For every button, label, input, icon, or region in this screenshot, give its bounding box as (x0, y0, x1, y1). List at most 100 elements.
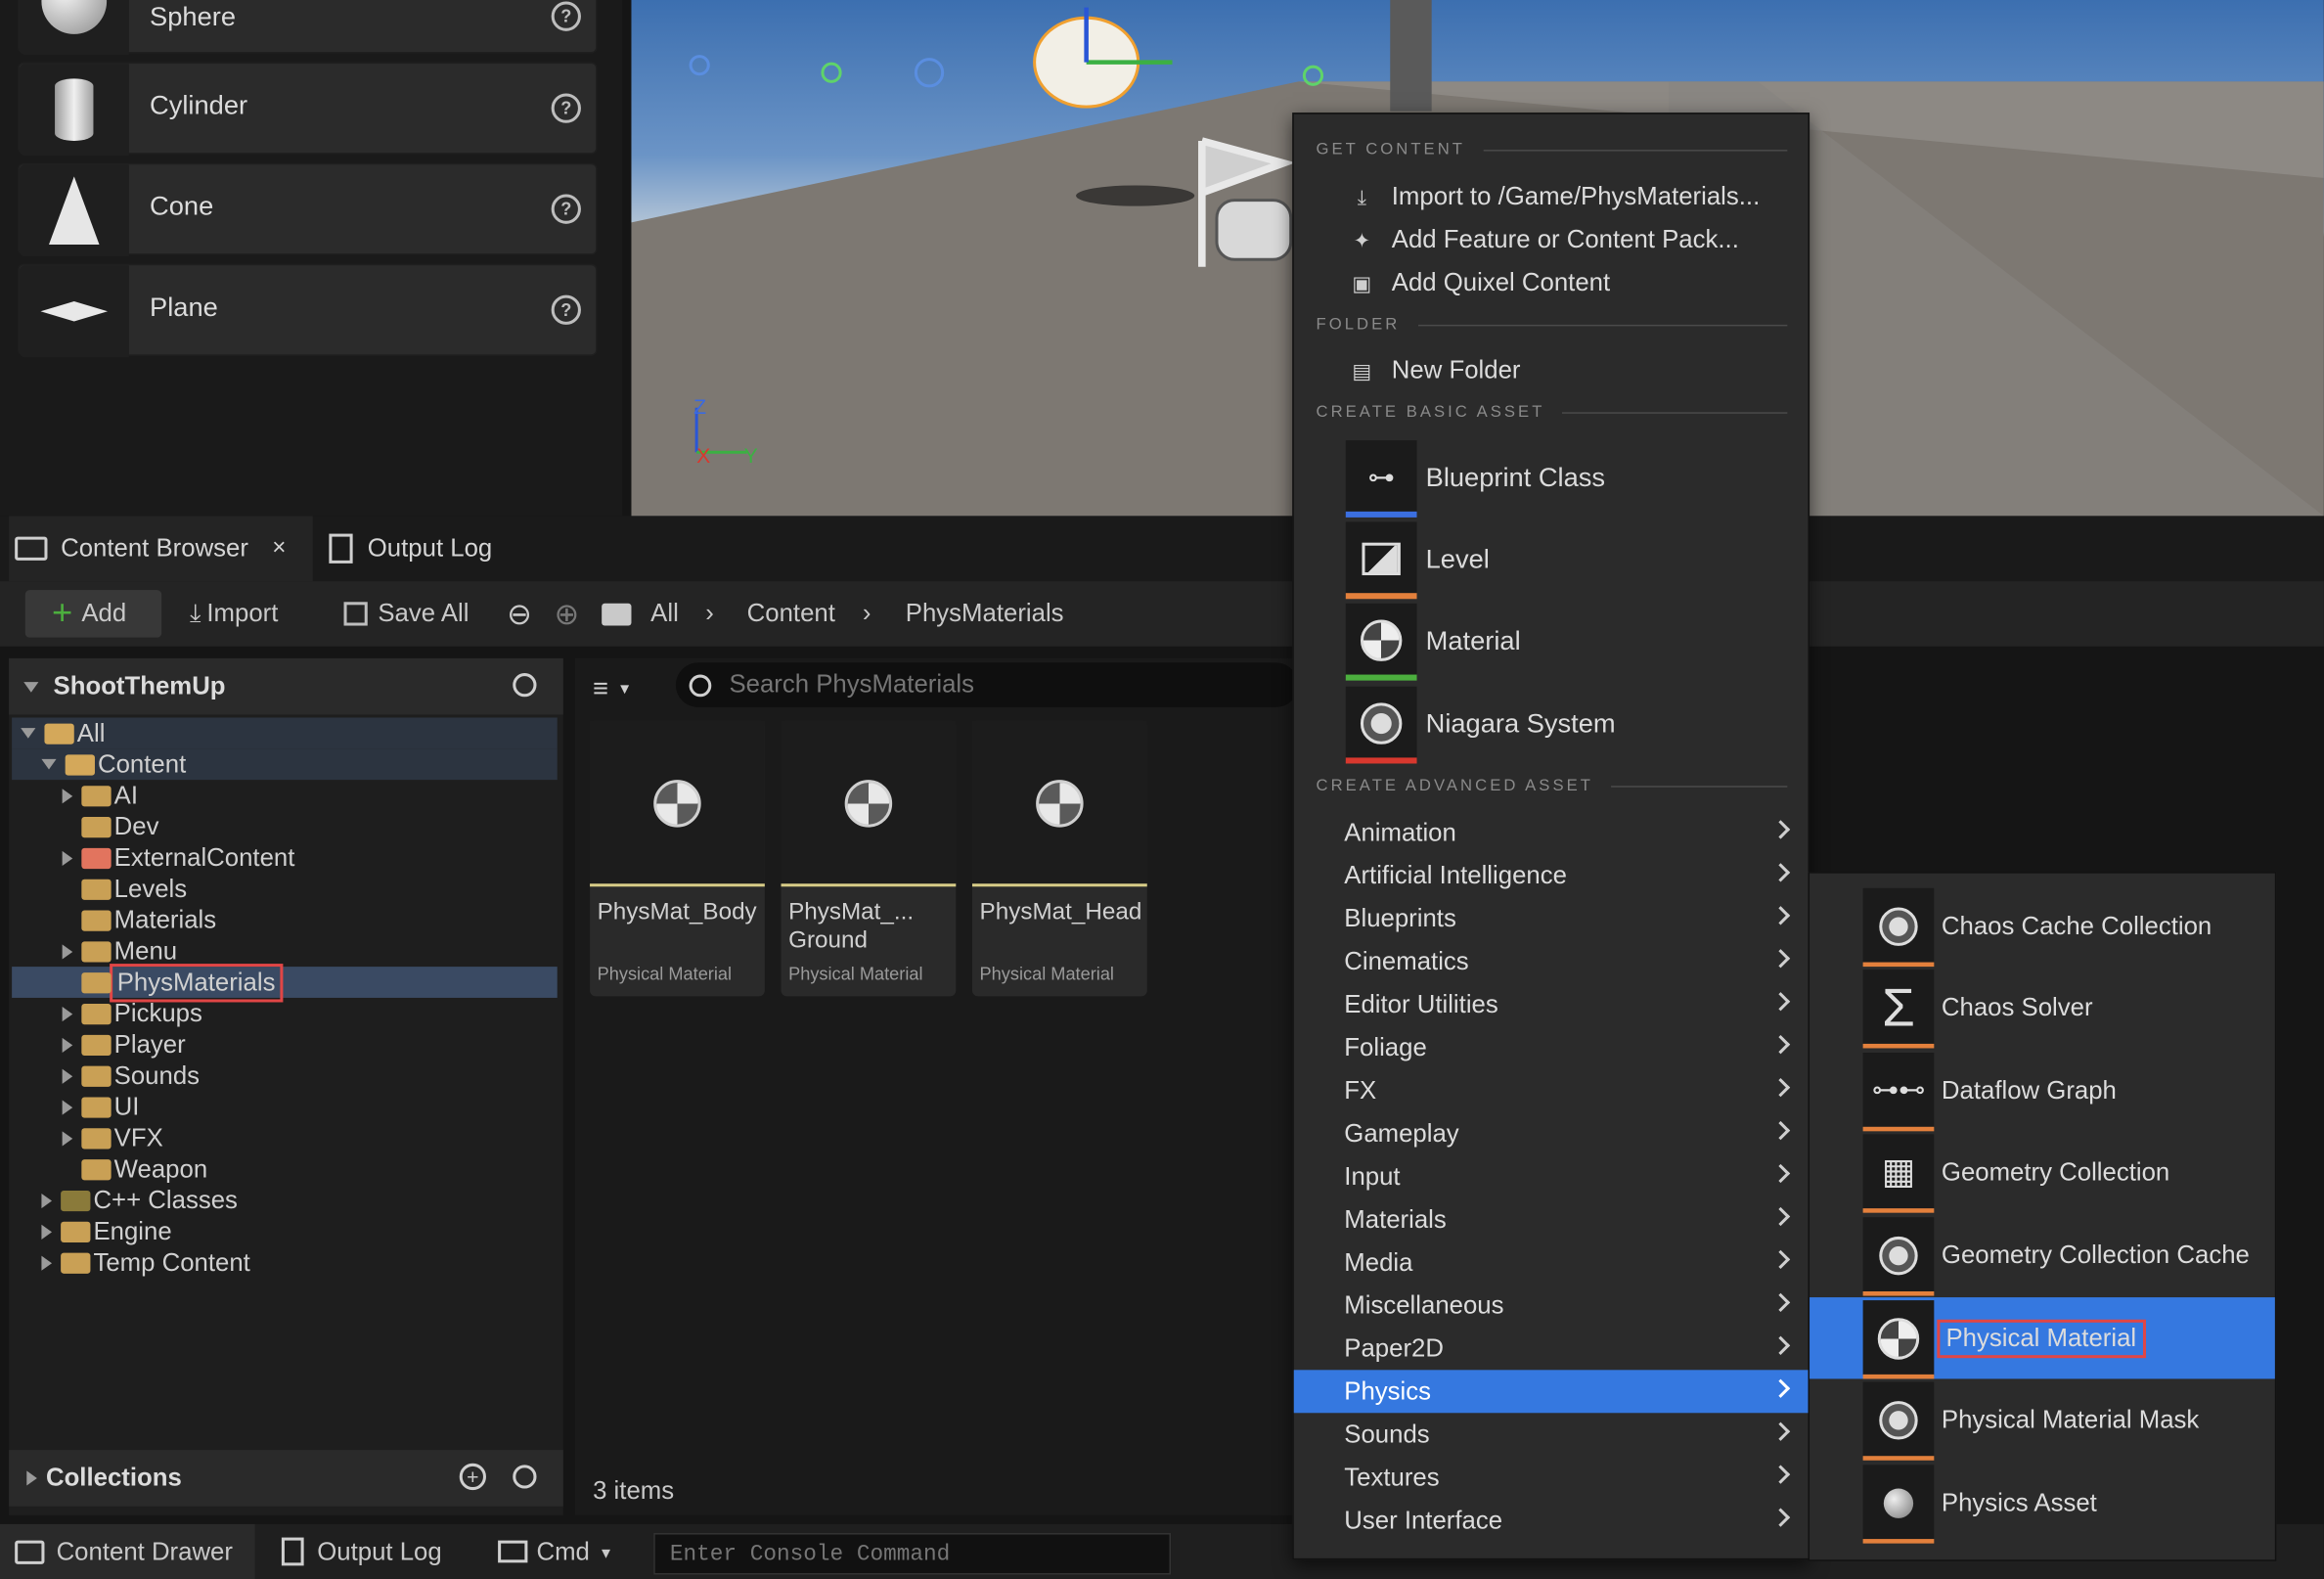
breadcrumb-content[interactable]: Content (747, 590, 835, 637)
add-button[interactable]: + Add (24, 590, 162, 638)
new-folder-icon: ▤ (1352, 357, 1372, 383)
menu-add-quixel[interactable]: ▣ Add Quixel Content (1294, 262, 1809, 303)
menu-input[interactable]: Input (1294, 1155, 1809, 1198)
tree-item-physmaterials[interactable]: PhysMaterials (12, 963, 558, 1002)
asset-tile[interactable]: PhysMat_... Ground Physical Material (781, 720, 957, 997)
add-collection-icon[interactable]: + (459, 1463, 486, 1491)
cmd-dropdown[interactable]: Cmd ▾ (498, 1524, 610, 1579)
tree-item-player[interactable]: Player (12, 1029, 558, 1060)
menu-level[interactable]: Level (1294, 519, 1809, 600)
tree-item-dev[interactable]: Dev (12, 811, 558, 842)
submenu-physical-material[interactable]: Physical Material (1810, 1297, 2275, 1379)
menu-blueprints[interactable]: Blueprints (1294, 897, 1809, 940)
item-count: 3 items (593, 1476, 675, 1506)
submenu-dataflow-graph[interactable]: ⊶⊷ Dataflow Graph (1810, 1050, 2275, 1132)
submenu-chaos-solver[interactable]: Σ Chaos Solver (1810, 967, 2275, 1049)
section-header: FOLDER (1316, 316, 1787, 334)
close-icon[interactable]: × (272, 535, 286, 562)
tree-item-content[interactable]: Content (12, 748, 558, 781)
submenu-chaos-cache-collection[interactable]: Chaos Cache Collection (1810, 885, 2275, 968)
tree-item-weapon[interactable]: Weapon (12, 1153, 558, 1185)
menu-artificial-intelligence[interactable]: Artificial Intelligence (1294, 854, 1809, 897)
search-icon[interactable] (513, 1465, 537, 1489)
filter-button[interactable]: ≡ ▾ (593, 667, 629, 708)
menu-media[interactable]: Media (1294, 1241, 1809, 1284)
tree-item-menu[interactable]: Menu (12, 935, 558, 967)
menu-import[interactable]: ⤓ Import to /Game/PhysMaterials... (1294, 176, 1809, 217)
tree-item-vfx[interactable]: VFX (12, 1122, 558, 1153)
menu-fx[interactable]: FX (1294, 1069, 1809, 1112)
output-log-button[interactable]: Output Log (281, 1524, 442, 1579)
menu-label: Niagara System (1425, 707, 1616, 738)
menu-user-interface[interactable]: User Interface (1294, 1499, 1809, 1542)
help-icon[interactable]: ? (551, 93, 581, 123)
menu-label: Physical Material Mask (1941, 1404, 2200, 1433)
menu-sounds[interactable]: Sounds (1294, 1413, 1809, 1456)
axis-x-label: X (696, 443, 711, 468)
tree-item-sounds[interactable]: Sounds (12, 1060, 558, 1092)
forward-arrow-icon[interactable]: ⊕ (555, 590, 579, 637)
tree-item-all[interactable]: All (12, 717, 558, 749)
tree-item-pickups[interactable]: Pickups (12, 998, 558, 1029)
tab-output-log[interactable]: Output Log (329, 516, 492, 581)
menu-cinematics[interactable]: Cinematics (1294, 940, 1809, 983)
menu-material[interactable]: Material (1294, 601, 1809, 681)
tree-item-cpp-classes[interactable]: C++ Classes (12, 1185, 558, 1216)
menu-miscellaneous[interactable]: Miscellaneous (1294, 1284, 1809, 1327)
menu-textures[interactable]: Textures (1294, 1456, 1809, 1499)
content-drawer-button[interactable]: Content Drawer (0, 1523, 255, 1579)
menu-physics[interactable]: Physics (1293, 1370, 1809, 1414)
tree-item-materials[interactable]: Materials (12, 904, 558, 935)
physics-asset-icon (1862, 1465, 1935, 1544)
menu-foliage[interactable]: Foliage (1294, 1026, 1809, 1069)
back-arrow-icon[interactable]: ⊖ (507, 590, 531, 637)
submenu-physics-asset[interactable]: Physics Asset (1810, 1462, 2275, 1544)
output-log-icon (329, 533, 353, 564)
search-icon[interactable] (513, 673, 537, 698)
place-item-sphere[interactable]: Sphere ? (18, 0, 598, 56)
place-item-cylinder[interactable]: Cylinder ? (18, 62, 598, 157)
menu-new-folder[interactable]: ▤ New Folder (1294, 350, 1809, 391)
menu-paper2d[interactable]: Paper2D (1294, 1327, 1809, 1370)
tab-content-browser[interactable]: Content Browser × (9, 516, 313, 582)
tree-item-ai[interactable]: AI (12, 780, 558, 811)
asset-tile[interactable]: PhysMat_Body Physical Material (590, 720, 765, 997)
project-header[interactable]: ShootThemUp (9, 657, 563, 715)
menu-gameplay[interactable]: Gameplay (1294, 1112, 1809, 1155)
submenu-geometry-collection[interactable]: ▦ Geometry Collection (1810, 1131, 2275, 1213)
menu-materials[interactable]: Materials (1294, 1198, 1809, 1241)
import-button[interactable]: ⤓ Import (190, 590, 278, 637)
place-item-plane[interactable]: Plane ? (18, 263, 598, 358)
menu-animation[interactable]: Animation (1294, 811, 1809, 854)
help-icon[interactable]: ? (551, 1, 581, 31)
asset-tile[interactable]: PhysMat_Head Physical Material (971, 720, 1147, 997)
place-item-label: Plane (150, 292, 218, 322)
menu-label: Chaos Cache Collection (1941, 911, 2212, 940)
menu-editor-utilities[interactable]: Editor Utilities (1294, 983, 1809, 1026)
collections-header[interactable]: Collections + (9, 1450, 563, 1507)
console-command-input[interactable] (653, 1533, 1172, 1575)
help-icon[interactable]: ? (551, 194, 581, 224)
tree-label: Engine (93, 1216, 172, 1245)
menu-blueprint-class[interactable]: ⊶ Blueprint Class (1294, 437, 1809, 518)
submenu-physical-material-mask[interactable]: Physical Material Mask (1810, 1378, 2275, 1461)
folder-open-icon (65, 753, 95, 775)
search-box[interactable] (675, 662, 1299, 707)
menu-add-feature[interactable]: ✦ Add Feature or Content Pack... (1294, 219, 1809, 260)
chevron-right-icon (1770, 1206, 1791, 1227)
tree-item-engine[interactable]: Engine (12, 1216, 558, 1247)
help-icon[interactable]: ? (551, 294, 581, 325)
tree-item-levels[interactable]: Levels (12, 874, 558, 905)
content-browser-toolbar: + Add ⤓ Import Save All ⊖ ⊕ All › Conten… (0, 581, 2324, 647)
save-all-button[interactable]: Save All (343, 590, 469, 637)
breadcrumb-all[interactable]: All (650, 590, 679, 637)
tree-label: PhysMaterials (110, 963, 284, 1002)
breadcrumb-physmaterials[interactable]: PhysMaterials (906, 590, 1064, 637)
tree-item-ui[interactable]: UI (12, 1091, 558, 1122)
tree-item-temp-content[interactable]: Temp Content (12, 1247, 558, 1279)
search-input[interactable] (729, 670, 1293, 700)
submenu-geometry-collection-cache[interactable]: Geometry Collection Cache (1810, 1214, 2275, 1296)
place-item-cone[interactable]: Cone ? (18, 162, 598, 257)
menu-niagara-system[interactable]: Niagara System (1294, 684, 1809, 764)
tree-item-externalcontent[interactable]: ExternalContent (12, 842, 558, 874)
